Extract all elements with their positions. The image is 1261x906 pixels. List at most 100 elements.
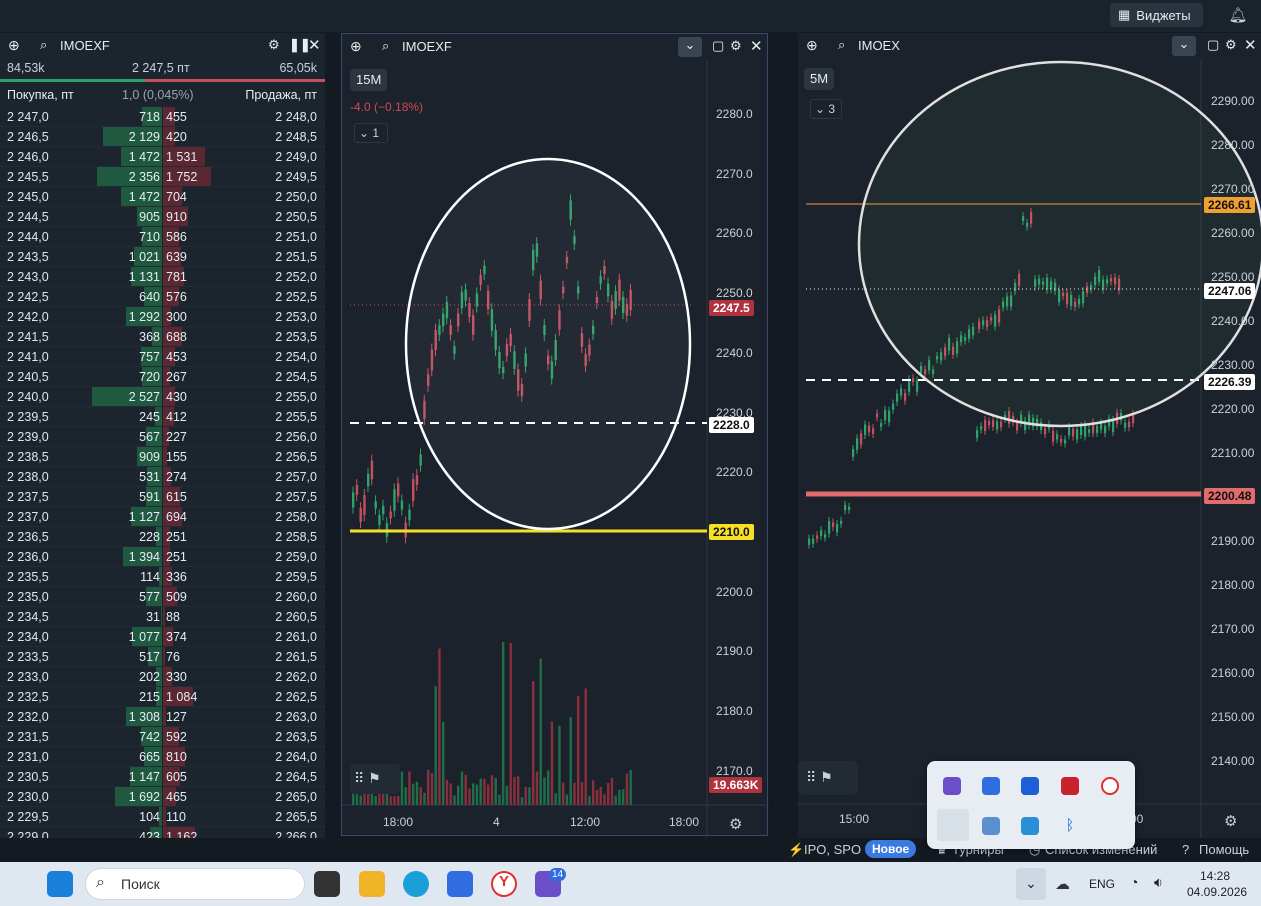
orderbook-row[interactable]: 2 234,5 31 88 2 260,5 — [0, 607, 325, 627]
ask-price[interactable]: 2 257,0 — [275, 470, 317, 484]
ask-price[interactable]: 2 254,5 — [275, 370, 317, 384]
ask-price[interactable]: 2 255,5 — [275, 410, 317, 424]
bid-price[interactable]: 2 244,0 — [7, 230, 49, 244]
add-icon[interactable]: ⊕ — [806, 37, 818, 54]
bid-price[interactable]: 2 242,5 — [7, 290, 49, 304]
close-icon[interactable]: ✕ — [308, 36, 321, 54]
ask-price[interactable]: 2 266,0 — [275, 830, 317, 838]
drag-handle-icon[interactable]: ⠿ — [806, 769, 816, 785]
orderbook-row[interactable]: 2 232,0 1 308 127 2 263,0 — [0, 707, 325, 727]
ask-price[interactable]: 2 251,0 — [275, 230, 317, 244]
orderbook-row[interactable]: 2 243,0 1 131 781 2 252,0 — [0, 267, 325, 287]
bid-price[interactable]: 2 232,0 — [7, 710, 49, 724]
search-icon[interactable]: ⌕ — [382, 38, 389, 54]
task-view-icon[interactable] — [314, 871, 340, 897]
language-indicator[interactable]: ENG — [1089, 877, 1115, 891]
orderbook-row[interactable]: 2 246,0 1 472 1 531 2 249,0 — [0, 147, 325, 167]
ask-price[interactable]: 2 263,5 — [275, 730, 317, 744]
chart1-canvas[interactable] — [342, 60, 769, 837]
ask-price[interactable]: 2 257,5 — [275, 490, 317, 504]
orderbook-row[interactable]: 2 241,5 368 688 2 253,5 — [0, 327, 325, 347]
ask-price[interactable]: 2 254,0 — [275, 350, 317, 364]
orderbook-row[interactable]: 2 243,5 1 021 639 2 251,5 — [0, 247, 325, 267]
bid-price[interactable]: 2 237,0 — [7, 510, 49, 524]
ask-price[interactable]: 2 252,5 — [275, 290, 317, 304]
orderbook-row[interactable]: 2 235,0 577 509 2 260,0 — [0, 587, 325, 607]
bid-price[interactable]: 2 240,5 — [7, 370, 49, 384]
orderbook-row[interactable]: 2 245,0 1 472 704 2 250,0 — [0, 187, 325, 207]
clock-date[interactable]: 04.09.2026 — [1187, 885, 1247, 899]
app-tray-icon-6[interactable] — [982, 817, 1000, 835]
ask-price[interactable]: 2 248,0 — [275, 110, 317, 124]
ask-price[interactable]: 2 265,0 — [275, 790, 317, 804]
ask-price[interactable]: 2 256,0 — [275, 430, 317, 444]
drawing-tools[interactable]: ⠿ ⚑ — [350, 764, 400, 794]
bid-price[interactable]: 2 245,0 — [7, 190, 49, 204]
chart2-canvas[interactable] — [798, 59, 1261, 838]
ask-price[interactable]: 2 253,5 — [275, 330, 317, 344]
orderbook-row[interactable]: 2 233,5 517 76 2 261,5 — [0, 647, 325, 667]
widgets-button[interactable]: ▦ Виджеты — [1110, 3, 1203, 27]
bid-price[interactable]: 2 231,5 — [7, 730, 49, 744]
bid-price[interactable]: 2 232,5 — [7, 690, 49, 704]
orderbook-row[interactable]: 2 232,5 215 1 084 2 262,5 — [0, 687, 325, 707]
bid-price[interactable]: 2 246,0 — [7, 150, 49, 164]
bid-price[interactable]: 2 238,5 — [7, 450, 49, 464]
chart2-ticker[interactable]: IMOEX — [858, 38, 900, 53]
orderbook-row[interactable]: 2 242,5 640 576 2 252,5 — [0, 287, 325, 307]
maximize-icon[interactable]: ▢ — [1207, 37, 1219, 53]
close-icon[interactable]: ✕ — [1244, 36, 1257, 54]
windows-start-icon[interactable] — [47, 871, 73, 897]
orderbook-row[interactable]: 2 235,5 114 336 2 259,5 — [0, 567, 325, 587]
bid-price[interactable]: 2 230,5 — [7, 770, 49, 784]
security-tray-icon[interactable] — [1021, 817, 1039, 835]
bid-price[interactable]: 2 245,5 — [7, 170, 49, 184]
bid-price[interactable]: 2 233,5 — [7, 650, 49, 664]
orderbook-row[interactable]: 2 238,0 531 274 2 257,0 — [0, 467, 325, 487]
orderbook-row[interactable]: 2 234,0 1 077 374 2 261,0 — [0, 627, 325, 647]
yandex-tray-icon[interactable] — [1101, 777, 1119, 795]
orderbook-row[interactable]: 2 247,0 718 455 2 248,0 — [0, 107, 325, 127]
ask-price[interactable]: 2 264,0 — [275, 750, 317, 764]
app-tray-icon-2[interactable] — [982, 777, 1000, 795]
ask-price[interactable]: 2 252,0 — [275, 270, 317, 284]
chevron-up-icon[interactable]: ⌄ — [1016, 868, 1046, 900]
flag-icon[interactable]: ⚑ — [820, 769, 833, 785]
orderbook-row[interactable]: 2 237,0 1 127 694 2 258,0 — [0, 507, 325, 527]
bid-price[interactable]: 2 238,0 — [7, 470, 49, 484]
app-tray-icon-4[interactable] — [1061, 777, 1079, 795]
bid-price[interactable]: 2 234,5 — [7, 610, 49, 624]
ask-price[interactable]: 2 260,0 — [275, 590, 317, 604]
edge-icon[interactable] — [403, 871, 429, 897]
ask-price[interactable]: 2 251,5 — [275, 250, 317, 264]
orderbook-ticker[interactable]: IMOEXF — [60, 38, 110, 53]
ipo-link[interactable]: IPO, SPO — [804, 842, 861, 857]
orderbook-row[interactable]: 2 242,0 1 292 300 2 253,0 — [0, 307, 325, 327]
ask-price[interactable]: 2 253,0 — [275, 310, 317, 324]
gear-icon[interactable]: ⚙ — [268, 37, 280, 53]
bid-price[interactable]: 2 236,5 — [7, 530, 49, 544]
wifi-icon[interactable]: ◔ — [1130, 874, 1138, 890]
orderbook-row[interactable]: 2 231,5 742 592 2 263,5 — [0, 727, 325, 747]
ask-price[interactable]: 2 261,0 — [275, 630, 317, 644]
search-icon[interactable]: ⌕ — [40, 37, 47, 53]
bid-price[interactable]: 2 229,0 — [7, 830, 49, 838]
orderbook-row[interactable]: 2 239,0 567 227 2 256,0 — [0, 427, 325, 447]
volume-icon[interactable]: 🔉︎ — [1154, 874, 1163, 891]
yandex-browser-icon[interactable]: Y — [491, 871, 517, 897]
ask-price[interactable]: 2 249,0 — [275, 150, 317, 164]
ask-price[interactable]: 2 259,0 — [275, 550, 317, 564]
add-icon[interactable]: ⊕ — [8, 37, 20, 54]
drag-handle-icon[interactable]: ⠿ — [354, 770, 364, 786]
ask-price[interactable]: 2 258,0 — [275, 510, 317, 524]
bid-price[interactable]: 2 240,0 — [7, 390, 49, 404]
orderbook-row[interactable]: 2 240,0 2 527 430 2 255,0 — [0, 387, 325, 407]
cloud-icon[interactable]: ☁ — [1055, 875, 1070, 893]
ask-price[interactable]: 2 255,0 — [275, 390, 317, 404]
settings-icon[interactable]: ⚙ — [729, 815, 742, 833]
bid-price[interactable]: 2 244,5 — [7, 210, 49, 224]
bid-price[interactable]: 2 242,0 — [7, 310, 49, 324]
help-link[interactable]: Помощь — [1199, 842, 1249, 857]
ask-price[interactable]: 2 265,5 — [275, 810, 317, 824]
search-input[interactable]: ⌕ Поиск — [85, 868, 305, 900]
